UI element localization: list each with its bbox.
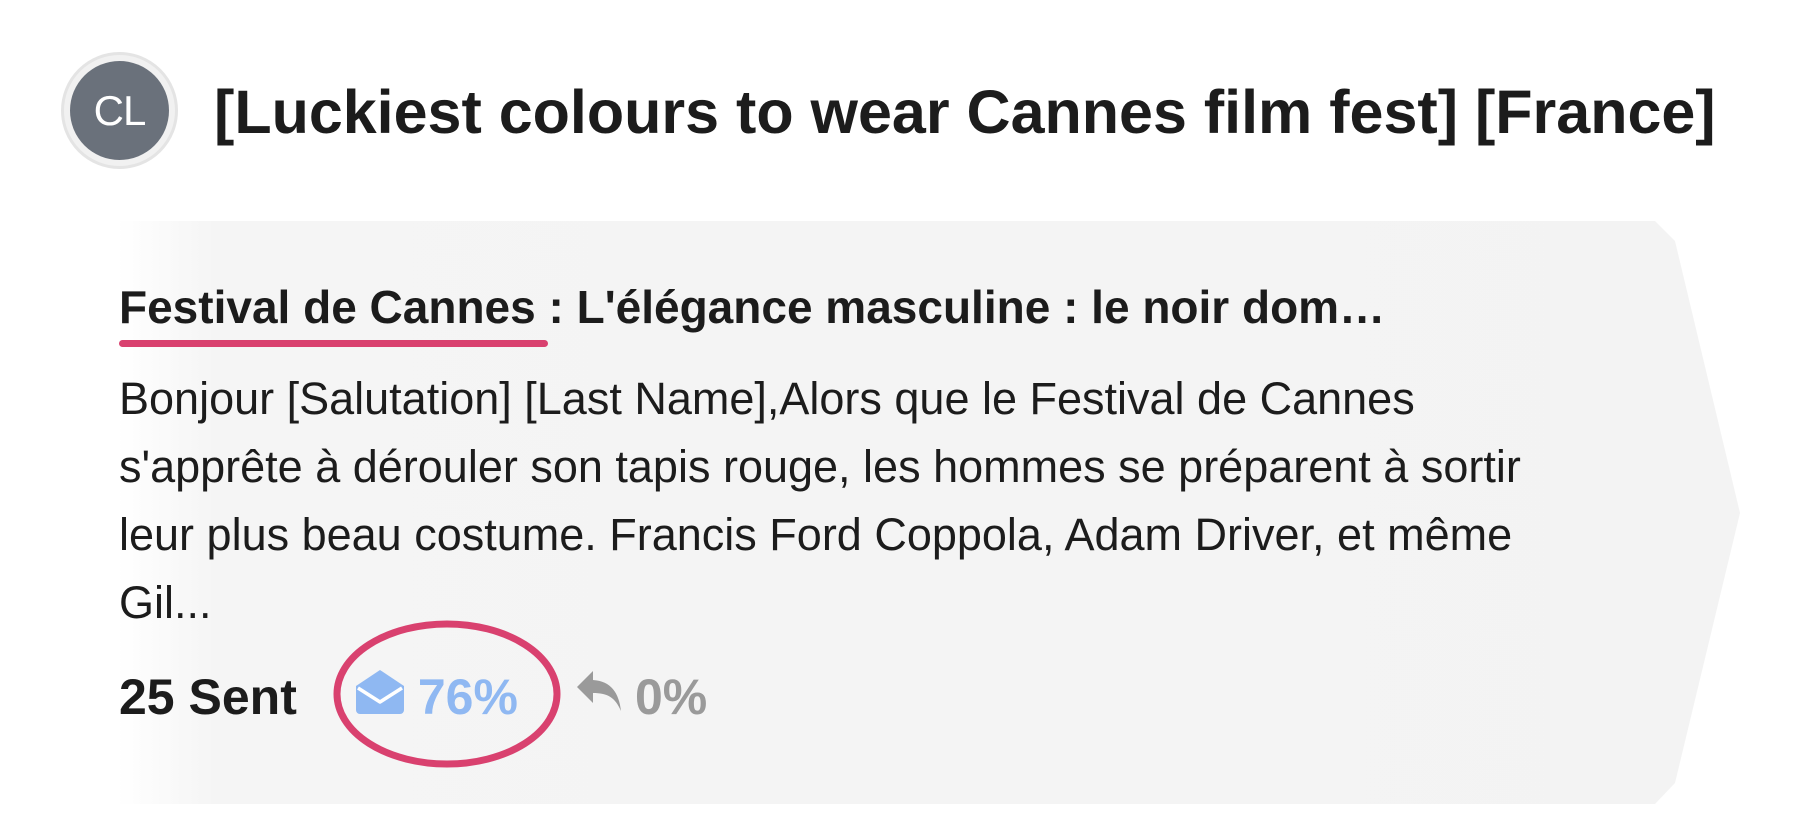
email-subject[interactable]: Festival de Cannes : L'élégance masculin… bbox=[119, 279, 1619, 347]
email-preview: Bonjour [Salutation] [Last Name],Alors q… bbox=[119, 373, 1521, 628]
reply-icon bbox=[573, 667, 635, 727]
subject-rest: : L'élégance masculine : le noir dom… bbox=[535, 281, 1386, 333]
page: CL [Luckiest colours to wear Cannes film… bbox=[0, 0, 1800, 840]
reply-rate-value: 0% bbox=[634, 669, 708, 725]
email-step-card[interactable]: Festival de Cannes : L'élégance masculin… bbox=[117, 221, 1742, 804]
card-content: Festival de Cannes : L'élégance masculin… bbox=[119, 279, 1619, 768]
sent-count: 25 Sent bbox=[119, 669, 297, 725]
avatar-initials: CL bbox=[70, 61, 169, 160]
subject-highlight: Festival de Cannes bbox=[119, 281, 548, 347]
sequence-title[interactable]: [Luckiest colours to wear Cannes film fe… bbox=[214, 74, 1716, 150]
avatar[interactable]: CL bbox=[61, 52, 178, 169]
email-stats: 25 Sent 76% 0% bbox=[119, 620, 1619, 768]
open-rate[interactable]: 76% bbox=[352, 666, 518, 728]
envelope-open-icon bbox=[352, 666, 418, 728]
open-rate-value: 76% bbox=[417, 669, 518, 725]
reply-rate[interactable]: 0% bbox=[573, 667, 707, 727]
